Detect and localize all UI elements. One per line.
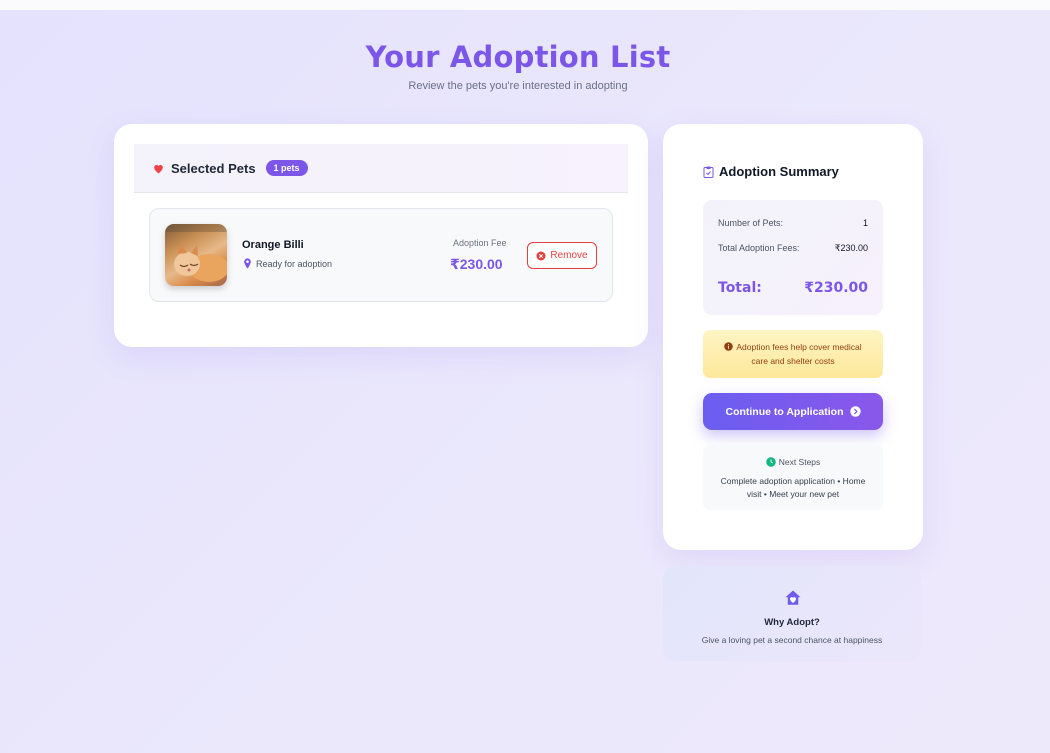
pet-name: Orange Billi — [242, 239, 304, 251]
clipboard-icon — [703, 166, 714, 178]
adoption-summary-header: Adoption Summary — [703, 164, 839, 179]
grand-total-row: Total: ₹230.00 — [718, 280, 868, 296]
adoption-fee-value: ₹230.00 — [450, 256, 503, 272]
clock-icon — [765, 457, 776, 467]
home-heart-icon — [785, 590, 801, 605]
arrow-right-icon — [849, 406, 861, 417]
next-steps-box: Next Steps Complete adoption application… — [703, 445, 883, 510]
total-fees-label: Total Adoption Fees: — [718, 243, 800, 253]
pet-photo — [165, 224, 227, 286]
selected-pets-header: Selected Pets 1 pets — [134, 144, 628, 193]
location-pin-icon — [244, 258, 251, 269]
top-bar — [0, 0, 1050, 10]
why-adopt-text: Give a loving pet a second chance at hap… — [701, 635, 883, 645]
why-adopt-card: Why Adopt? Give a loving pet a second ch… — [663, 566, 921, 661]
why-adopt-title: Why Adopt? — [764, 617, 820, 628]
heart-icon — [154, 164, 163, 173]
adoption-fee-label: Adoption Fee — [453, 238, 507, 248]
next-steps-text: Complete adoption application • Home vis… — [720, 476, 866, 499]
total-fees-row: Total Adoption Fees: ₹230.00 — [718, 243, 868, 254]
number-of-pets-row: Number of Pets: 1 — [718, 218, 868, 228]
number-of-pets-value: 1 — [862, 218, 868, 228]
summary-details: Number of Pets: 1 Total Adoption Fees: ₹… — [703, 200, 883, 315]
continue-to-application-button[interactable]: Continue to Application — [703, 393, 883, 430]
number-of-pets-label: Number of Pets: — [718, 218, 784, 228]
info-icon — [724, 342, 734, 351]
grand-total-value: ₹230.00 — [804, 280, 868, 296]
adoption-summary-title: Adoption Summary — [719, 164, 839, 179]
remove-pet-label: Remove — [550, 250, 588, 261]
pet-status: Ready for adoption — [243, 258, 332, 269]
pets-count-badge: 1 pets — [265, 160, 308, 176]
total-fees-value: ₹230.00 — [834, 243, 868, 253]
grand-total-label: Total: — [718, 280, 762, 296]
page-subtitle: Review the pets you're interested in ado… — [408, 80, 628, 92]
remove-pet-button[interactable]: Remove — [527, 242, 597, 269]
next-steps-title: Next Steps — [778, 457, 821, 467]
adoption-summary-card: Adoption Summary Number of Pets: 1 Total… — [663, 124, 923, 550]
page-title: Your Adoption List — [365, 40, 671, 74]
selected-pets-card: Selected Pets 1 pets Orange Billi Ready … — [114, 124, 648, 347]
pet-status-text: Ready for adoption — [256, 258, 333, 269]
remove-x-icon — [536, 251, 546, 260]
fee-info-text: Adoption fees help cover medical care an… — [736, 342, 862, 366]
selected-pets-title: Selected Pets — [171, 160, 256, 176]
continue-to-application-label: Continue to Application — [725, 405, 844, 418]
fee-info-note: Adoption fees help cover medical care an… — [703, 330, 883, 378]
pet-list-item: Orange Billi Ready for adoption Adoption… — [149, 208, 613, 302]
next-steps-header: Next Steps — [703, 457, 883, 467]
